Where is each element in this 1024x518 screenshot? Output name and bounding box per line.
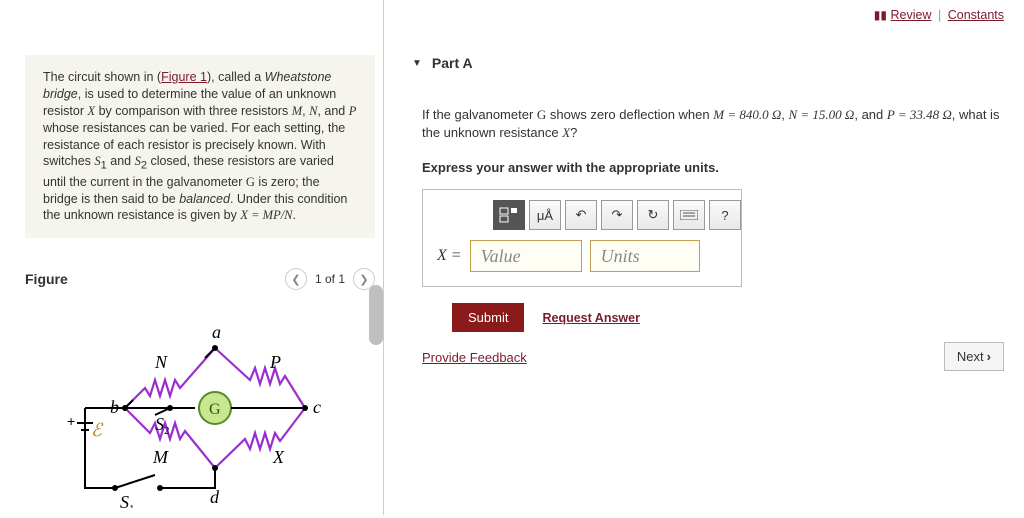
pager-prev-button[interactable]: ❮ (285, 268, 307, 290)
part-a-header[interactable]: ▼ Part A (412, 55, 1024, 71)
m-value: M = 840.0 Ω (713, 107, 781, 122)
label-S1: S1 (120, 492, 135, 508)
text: If the galvanometer (422, 107, 537, 122)
problem-statement: The circuit shown in (Figure 1), called … (25, 55, 375, 238)
label-S2: S2 (155, 414, 170, 437)
label-b: b (110, 397, 119, 417)
wheatstone-svg: a b c d N P M X G S2 S1 ℰ + (55, 308, 345, 508)
right-panel: ▮▮ Review | Constants ▼ Part A If the ga… (390, 0, 1024, 515)
units-input[interactable]: Units (590, 240, 700, 272)
x-equals-label: X = (437, 247, 462, 265)
var-g: G (537, 107, 546, 122)
var-p: P (349, 104, 357, 118)
reset-button[interactable]: ↻ (637, 200, 669, 230)
units-button[interactable]: μÅ (529, 200, 561, 230)
label-N: N (154, 352, 168, 372)
italic-term: balanced (179, 192, 230, 206)
figure-header: Figure ❮ 1 of 1 ❯ (25, 268, 375, 290)
pager-label: 1 of 1 (315, 272, 345, 286)
figure-pager: ❮ 1 of 1 ❯ (285, 268, 375, 290)
book-icon: ▮▮ (874, 8, 887, 22)
n-value: N = 15.00 Ω (788, 107, 854, 122)
label-X: X (272, 447, 285, 467)
label-c: c (313, 397, 321, 417)
scrollbar-thumb[interactable] (369, 285, 383, 345)
review-link[interactable]: Review (891, 8, 932, 22)
label-G: G (209, 401, 221, 418)
keyboard-icon (680, 210, 698, 220)
text: shows zero deflection when (546, 107, 713, 122)
label-emf: ℰ (91, 420, 104, 440)
top-links: ▮▮ Review | Constants (874, 8, 1004, 22)
answer-box: μÅ ↶ ↷ ↻ ? X = Value Units (422, 189, 742, 287)
next-button[interactable]: Next › (944, 342, 1004, 371)
left-panel: The circuit shown in (Figure 1), called … (0, 0, 383, 515)
var-n: N (309, 104, 317, 118)
link-divider: | (938, 8, 941, 22)
text: ), called a (207, 70, 265, 84)
var-m: M (292, 104, 302, 118)
template-button[interactable] (493, 200, 525, 230)
undo-button[interactable]: ↶ (565, 200, 597, 230)
text: . (293, 208, 296, 222)
chevron-right-icon: › (987, 349, 991, 364)
question-text: If the galvanometer G shows zero deflect… (422, 106, 1004, 142)
constants-link[interactable]: Constants (948, 8, 1004, 22)
instruction-text: Express your answer with the appropriate… (422, 160, 1004, 175)
answer-toolbar: μÅ ↶ ↷ ↻ ? (493, 200, 727, 230)
equation: X = MP/N (240, 208, 292, 222)
value-input[interactable]: Value (470, 240, 582, 272)
figure-diagram: a b c d N P M X G S2 S1 ℰ + (55, 308, 375, 518)
plus-sign: + (67, 413, 75, 429)
submit-row: Submit Request Answer (452, 303, 1024, 332)
text: ? (570, 125, 577, 140)
var-g: G (246, 175, 255, 189)
help-button[interactable]: ? (709, 200, 741, 230)
fraction-icon (499, 207, 519, 223)
caret-down-icon: ▼ (412, 58, 422, 69)
next-label: Next (957, 349, 984, 364)
figure-link[interactable]: Figure 1 (161, 70, 207, 84)
part-label: Part A (432, 55, 473, 71)
provide-feedback-link[interactable]: Provide Feedback (422, 350, 527, 365)
keyboard-button[interactable] (673, 200, 705, 230)
label-M: M (152, 447, 169, 467)
var-x: X (87, 104, 95, 118)
label-P: P (269, 352, 281, 372)
text: by comparison with three resistors (95, 104, 292, 118)
label-d: d (210, 487, 220, 507)
request-answer-link[interactable]: Request Answer (542, 311, 639, 325)
var-x: X (562, 125, 570, 140)
p-value: P = 33.48 Ω (887, 107, 952, 122)
label-a: a (212, 322, 221, 342)
text: The circuit shown in ( (43, 70, 161, 84)
panel-divider (383, 0, 384, 515)
figure-title: Figure (25, 271, 68, 287)
redo-button[interactable]: ↷ (601, 200, 633, 230)
submit-button[interactable]: Submit (452, 303, 524, 332)
sub: 1 (101, 160, 107, 172)
entry-row: X = Value Units (437, 240, 727, 272)
